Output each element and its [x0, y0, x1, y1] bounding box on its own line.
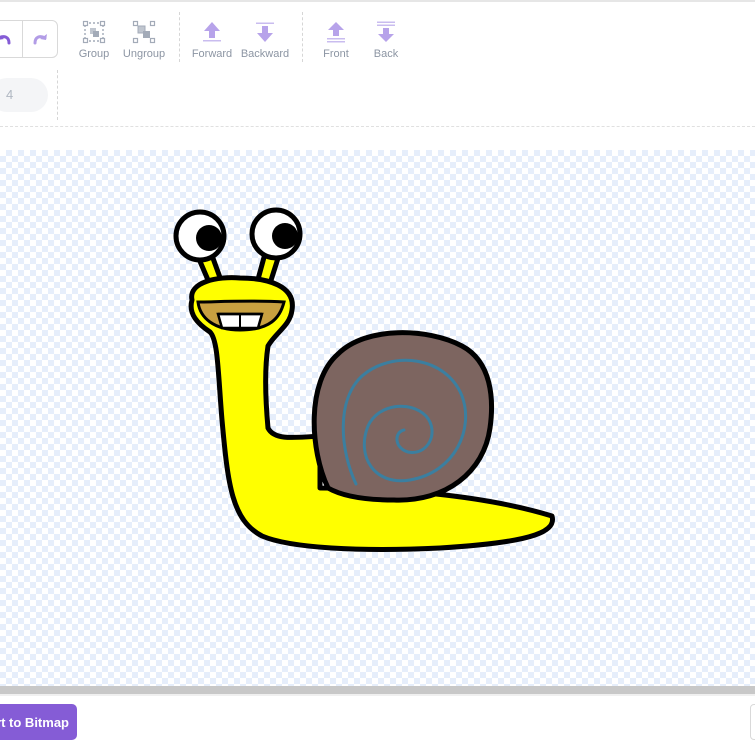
backward-button[interactable]: Backward [235, 20, 295, 60]
zoom-controls-edge[interactable] [750, 704, 755, 740]
backward-arrow-icon [256, 22, 274, 42]
redo-icon [33, 34, 47, 45]
forward-label: Forward [191, 48, 233, 60]
redo-button[interactable] [21, 21, 58, 57]
toolbar-divider [57, 70, 58, 120]
front-arrow-icon [327, 22, 345, 43]
group-icon [82, 20, 106, 44]
left-pupil [196, 225, 222, 251]
toolbar-divider [179, 12, 180, 62]
undo-redo-group [0, 20, 58, 58]
toolbar-divider [302, 12, 303, 62]
backward-label: Backward [240, 48, 290, 60]
snail-costume[interactable] [0, 150, 755, 686]
undo-icon [0, 35, 11, 45]
horizontal-scrollbar-thumb[interactable] [0, 686, 755, 694]
ungroup-icon [132, 20, 156, 44]
back-arrow-icon [377, 21, 395, 42]
ungroup-button[interactable]: Ungroup [114, 20, 174, 60]
bottom-bar [0, 696, 755, 741]
forward-button[interactable]: Forward [182, 20, 242, 60]
undo-button[interactable] [0, 21, 22, 57]
back-button[interactable]: Back [356, 20, 416, 60]
forward-arrow-icon [203, 22, 221, 42]
right-pupil [272, 223, 298, 249]
toolbar-bottom-divider [0, 126, 755, 127]
brush-size-input[interactable]: 4 [0, 78, 48, 112]
convert-to-bitmap-button[interactable]: rt to Bitmap [0, 704, 77, 740]
paint-toolbar: Group Ungroup Forward Backward Front Bac… [0, 2, 755, 126]
paint-canvas[interactable] [0, 150, 755, 686]
back-label: Back [373, 48, 399, 60]
ungroup-label: Ungroup [122, 48, 166, 60]
